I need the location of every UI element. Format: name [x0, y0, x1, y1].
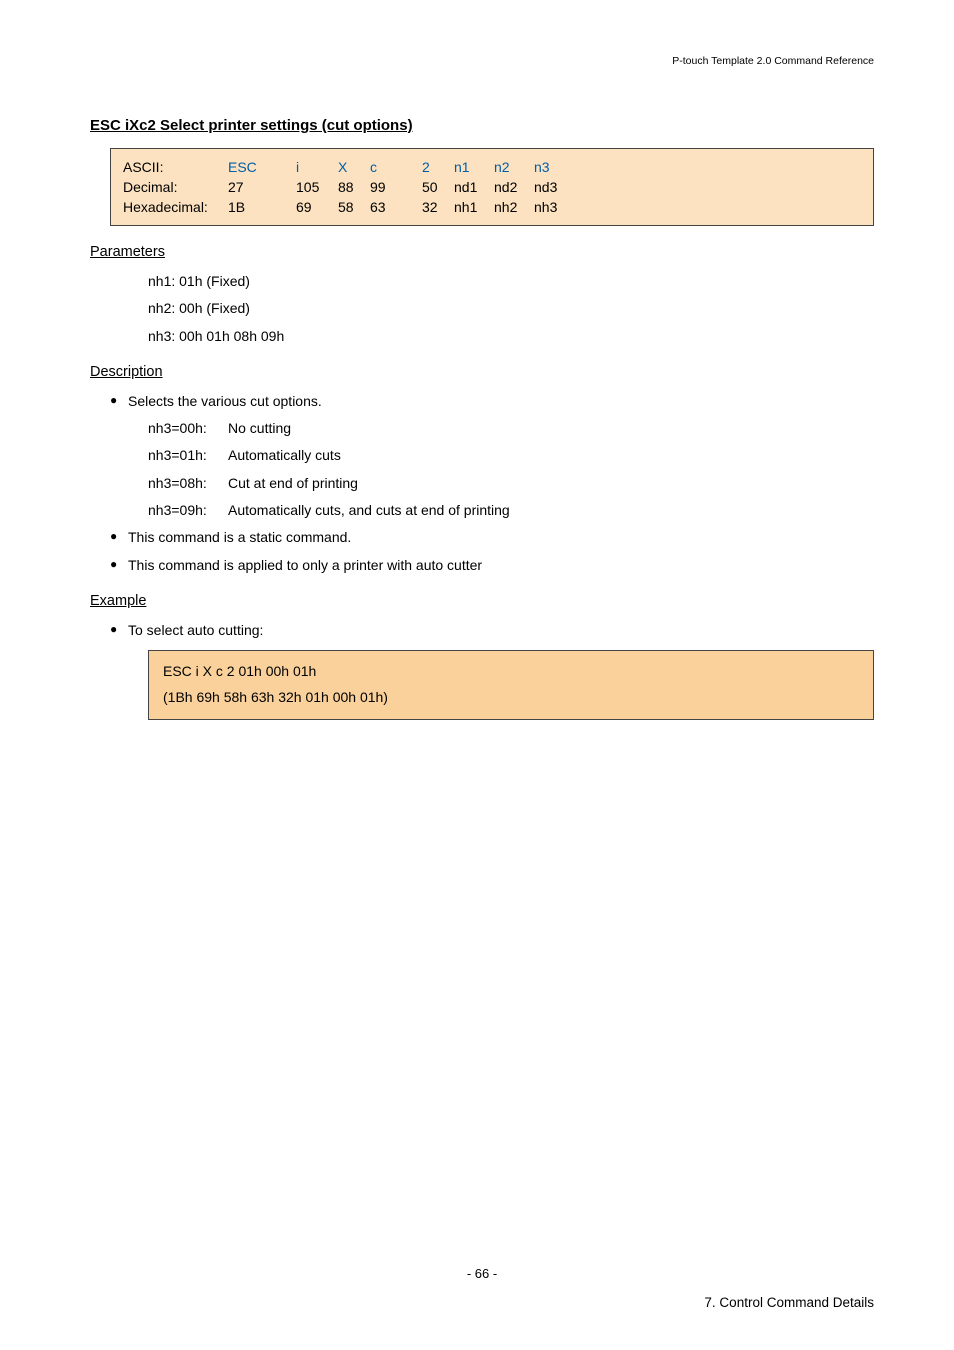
- doc-header: P-touch Template 2.0 Command Reference: [90, 55, 874, 67]
- desc-bullet-2-text: This command is a static command.: [128, 529, 351, 545]
- desc-value: Automatically cuts, and cuts at end of p…: [228, 502, 510, 518]
- table-cell: n2: [494, 157, 534, 177]
- example-box: ESC i X c 2 01h 00h 01h(1Bh 69h 58h 63h …: [148, 650, 874, 720]
- table-cell: 2: [422, 157, 454, 177]
- description-subline: nh3=01h:Automatically cuts: [148, 442, 874, 469]
- desc-value: No cutting: [228, 420, 291, 436]
- table-cell: [402, 157, 422, 177]
- table-cell: nd3: [534, 177, 574, 197]
- table-cell: [402, 197, 422, 217]
- parameter-line: nh2: 00h (Fixed): [148, 295, 874, 322]
- table-cell: 105: [296, 177, 338, 197]
- description-heading: Description: [90, 364, 874, 380]
- footer-section-label: 7. Control Command Details: [90, 1295, 874, 1310]
- desc-key: nh3=09h:: [148, 497, 228, 524]
- desc-bullet-3: ●This command is applied to only a print…: [110, 552, 874, 579]
- table-cell: 99: [370, 177, 402, 197]
- bullet-icon: ●: [110, 617, 128, 641]
- example-heading: Example: [90, 593, 874, 609]
- table-cell: X: [338, 157, 370, 177]
- table-cell: 32: [422, 197, 454, 217]
- table-cell: 27: [228, 177, 276, 197]
- encoding-table: ASCII:ESCiXc2n1n2n3Decimal:27105889950nd…: [110, 148, 874, 226]
- table-cell: nh2: [494, 197, 534, 217]
- table-cell: 63: [370, 197, 402, 217]
- table-cell: 1B: [228, 197, 276, 217]
- example-bullet: ●To select auto cutting:: [110, 617, 874, 644]
- table-cell: ESC: [228, 157, 276, 177]
- table-cell: Hexadecimal:: [123, 197, 228, 217]
- table-cell: nd1: [454, 177, 494, 197]
- parameters-block: nh1: 01h (Fixed)nh2: 00h (Fixed)nh3: 00h…: [148, 268, 874, 350]
- parameter-line: nh3: 00h 01h 08h 09h: [148, 323, 874, 350]
- desc-bullet-1-text: Selects the various cut options.: [128, 393, 322, 409]
- table-row: Hexadecimal:1B 695863 32nh1nh2nh3: [123, 197, 574, 217]
- table-row: ASCII:ESC iXc2n1n2n3: [123, 157, 574, 177]
- table-cell: 58: [338, 197, 370, 217]
- table-cell: 69: [296, 197, 338, 217]
- desc-key: nh3=01h:: [148, 442, 228, 469]
- parameter-line: nh1: 01h (Fixed): [148, 268, 874, 295]
- table-cell: ASCII:: [123, 157, 228, 177]
- table-cell: [402, 177, 422, 197]
- desc-key: nh3=08h:: [148, 470, 228, 497]
- bullet-icon: ●: [110, 388, 128, 412]
- page-footer: - 66 - 7. Control Command Details: [0, 1266, 954, 1310]
- table-cell: 50: [422, 177, 454, 197]
- table-cell: nh3: [534, 197, 574, 217]
- example-line: (1Bh 69h 58h 63h 32h 01h 00h 01h): [163, 685, 859, 711]
- section-title: ESC iXc2 Select printer settings (cut op…: [90, 117, 874, 134]
- table-cell: Decimal:: [123, 177, 228, 197]
- table-cell: nd2: [494, 177, 534, 197]
- table-cell: [276, 197, 296, 217]
- desc-key: nh3=00h:: [148, 415, 228, 442]
- description-subline: nh3=09h:Automatically cuts, and cuts at …: [148, 497, 874, 524]
- bullet-icon: ●: [110, 524, 128, 548]
- table-cell: i: [296, 157, 338, 177]
- table-cell: [276, 157, 296, 177]
- desc-bullet-2: ●This command is a static command.: [110, 524, 874, 551]
- bullet-icon: ●: [110, 552, 128, 576]
- table-cell: nh1: [454, 197, 494, 217]
- table-cell: n1: [454, 157, 494, 177]
- table-row: Decimal:27 1058899 50nd1nd2nd3: [123, 177, 574, 197]
- table-cell: [276, 177, 296, 197]
- desc-value: Automatically cuts: [228, 447, 341, 463]
- parameters-heading: Parameters: [90, 244, 874, 260]
- desc-value: Cut at end of printing: [228, 475, 358, 491]
- desc-bullet-3-text: This command is applied to only a printe…: [128, 557, 482, 573]
- example-bullet-text: To select auto cutting:: [128, 622, 263, 638]
- desc-bullet-1: ●Selects the various cut options.: [110, 388, 874, 415]
- table-cell: 88: [338, 177, 370, 197]
- page-number: - 66 -: [90, 1266, 874, 1281]
- description-subline: nh3=00h:No cutting: [148, 415, 874, 442]
- example-line: ESC i X c 2 01h 00h 01h: [163, 659, 859, 685]
- description-subline: nh3=08h:Cut at end of printing: [148, 470, 874, 497]
- table-cell: n3: [534, 157, 574, 177]
- table-cell: c: [370, 157, 402, 177]
